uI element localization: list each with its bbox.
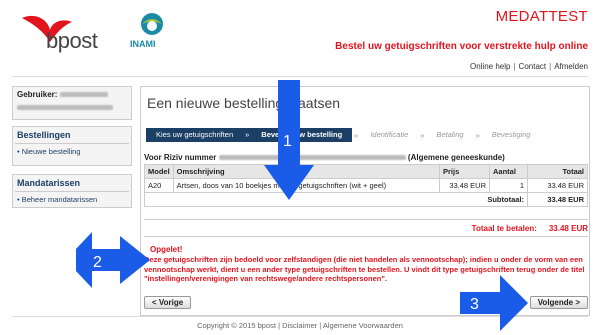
sidebar-item-new-order[interactable]: • Nieuwe bestelling — [13, 144, 131, 159]
next-button[interactable]: Volgende > — [529, 296, 588, 309]
warning-title: Opgelet! — [150, 245, 183, 254]
cell-total: 33.48 EUR — [527, 178, 588, 193]
cell-quantity: 1 — [489, 178, 528, 193]
footer: Copyright © 2015 bpost | Disclaimer | Al… — [0, 321, 600, 330]
terms-link[interactable]: Algemene Voorwaarden — [323, 321, 403, 330]
progress-steps: Kies uw getuigschriften » Bevestig uw be… — [146, 128, 588, 142]
col-model: Model — [144, 164, 174, 179]
total-label: Totaal te betalen: — [471, 224, 537, 233]
step-identification: Identificatie — [370, 130, 409, 139]
subtotal-value: 33.48 EUR — [527, 192, 588, 207]
subtotal-row: Subtotaal: 33.48 EUR — [144, 192, 588, 207]
step-separator: » — [420, 130, 425, 140]
orders-panel: Bestellingen • Nieuwe bestelling — [12, 126, 132, 166]
step-confirm: Bevestig uw bestelling — [251, 128, 353, 142]
previous-button[interactable]: < Vorige — [144, 296, 192, 309]
footer-separator: | — [278, 321, 281, 330]
table-row: A20 Artsen, doos van 10 boekjes met 50 g… — [144, 178, 588, 193]
cell-description: Artsen, doos van 10 boekjes met 50 getui… — [172, 178, 441, 193]
step-separator: » — [354, 130, 359, 140]
user-label: Gebruiker: — [17, 90, 58, 99]
contact-link[interactable]: Contact — [519, 62, 547, 71]
header: bpost INAMI MEDATTEST Bestel uw getuigsc… — [0, 0, 600, 60]
copyright: Copyright © 2015 bpost — [197, 321, 276, 330]
nav-separator: | — [549, 62, 552, 71]
step-payment: Betaling — [436, 130, 464, 139]
annotation-number-2: 2 — [93, 254, 102, 271]
top-nav: Online help | Contact | Afmelden — [470, 62, 588, 71]
step-separator: » — [475, 130, 480, 140]
footer-separator: | — [319, 321, 322, 330]
nav-separator: | — [513, 62, 516, 71]
table-header-row: Model Omschrijving Prijs Aantal Totaal — [144, 164, 588, 179]
riziv-line: Voor Riziv nummer - (Algemene geneeskund… — [144, 153, 505, 162]
app-title: MEDATTEST — [495, 8, 588, 25]
cell-price: 33.48 EUR — [439, 178, 490, 193]
header-divider — [12, 76, 588, 77]
help-link[interactable]: Online help — [470, 62, 510, 71]
total-value: 33.48 EUR — [548, 224, 588, 233]
col-price: Prijs — [439, 164, 490, 179]
logout-link[interactable]: Afmelden — [554, 62, 588, 71]
col-quantity: Aantal — [489, 164, 528, 179]
total-divider — [144, 219, 588, 220]
footer-divider — [12, 316, 588, 317]
total-row: Totaal te betalen: 33.48 EUR — [144, 224, 588, 233]
riziv-specialty: (Algemene geneeskunde) — [407, 153, 505, 162]
inami-wordmark: INAMI — [130, 39, 156, 49]
step-choose: Kies uw getuigschriften — [146, 128, 244, 142]
riziv-dash: - — [290, 153, 294, 162]
user-id-redacted — [59, 92, 108, 98]
warning-message: Deze getuigschriften zijn bedoeld voor z… — [144, 255, 585, 283]
annotation-arrow-2: 2 — [76, 232, 150, 288]
step-separator: » — [243, 128, 252, 142]
disclaimer-link[interactable]: Disclaimer — [282, 321, 317, 330]
agents-panel: Mandatarissen • Beheer mandatarissen — [12, 174, 132, 208]
order-table: Model Omschrijving Prijs Aantal Totaal A… — [144, 164, 588, 207]
step-confirmation: Bevestiging — [491, 130, 531, 139]
col-description: Omschrijving — [172, 164, 441, 179]
doctor-name-redacted — [295, 155, 406, 161]
cell-model: A20 — [144, 178, 174, 193]
orders-heading: Bestellingen — [17, 130, 71, 140]
subtotal-label: Subtotaal: — [144, 192, 528, 207]
sidebar-item-manage-agents[interactable]: • Beheer mandatarissen — [13, 192, 131, 207]
riziv-number-redacted — [218, 155, 289, 161]
app-subtitle: Bestel uw getuigschriften voor verstrekt… — [335, 41, 588, 52]
agents-heading: Mandatarissen — [17, 178, 81, 188]
bpost-wordmark: bpost — [46, 28, 98, 53]
riziv-prefix: Voor Riziv nummer — [144, 153, 217, 162]
col-total: Totaal — [527, 164, 588, 179]
total-divider-bottom — [144, 236, 588, 237]
page-title: Een nieuwe bestelling plaatsen — [147, 95, 341, 111]
user-name-redacted — [17, 105, 113, 111]
user-box: Gebruiker: — [12, 86, 132, 120]
